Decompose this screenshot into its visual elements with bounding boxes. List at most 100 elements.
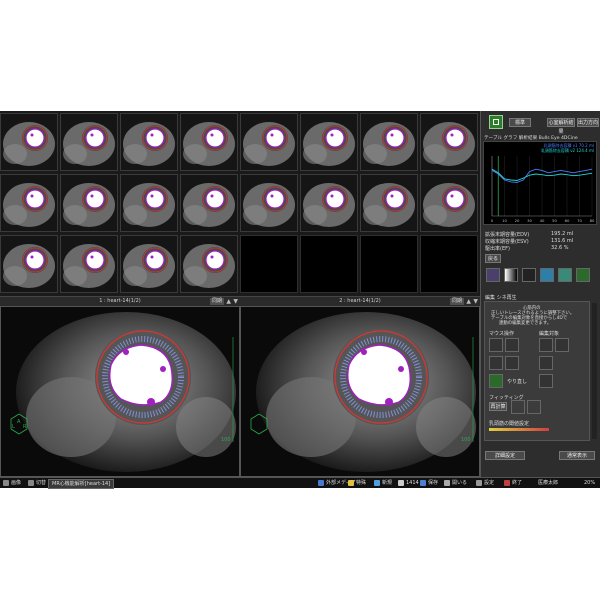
chart-x-tick: 30	[527, 218, 532, 223]
papillary-icon[interactable]	[539, 356, 553, 370]
thumbnail-frame[interactable]	[0, 174, 58, 232]
back-button[interactable]: 戻る	[485, 254, 501, 263]
pane2-down-icon[interactable]: ▼	[473, 298, 478, 305]
pane1-sync-button[interactable]: 同期	[209, 298, 224, 305]
status-new[interactable]: 新規	[382, 478, 392, 488]
pane2-sync-button[interactable]: 同期	[449, 298, 464, 305]
print-icon[interactable]	[398, 480, 404, 486]
status-all[interactable]: 開いる	[452, 478, 467, 488]
thumbnail-frame[interactable]	[60, 113, 118, 171]
settings-icon[interactable]	[476, 480, 482, 486]
hand-tool-icon[interactable]	[486, 268, 500, 282]
cut-tool-icon[interactable]	[489, 374, 503, 388]
pane2-label: 2 : heart-14(1/2)	[339, 298, 381, 304]
thumbnail-frame[interactable]	[180, 113, 238, 171]
status-save[interactable]: 保存	[428, 478, 438, 488]
empty-frame[interactable]	[300, 235, 358, 293]
image-icon[interactable]	[3, 480, 9, 486]
thumbnail-frame[interactable]	[240, 174, 298, 232]
move-tool-icon[interactable]	[505, 356, 519, 370]
instruction-4: 連動の編集変更できます。	[499, 321, 552, 326]
pane1-down-icon[interactable]: ▼	[233, 298, 238, 305]
mode-select[interactable]: 標準	[509, 118, 531, 127]
threshold-slider[interactable]	[489, 428, 549, 431]
thumbnail-frame[interactable]	[60, 235, 118, 293]
layout-grid-icon[interactable]	[489, 115, 503, 129]
thumbnail-frame[interactable]	[360, 174, 418, 232]
pane1-bar: 1 : heart-14(1/2) 同期 ▲ ▼	[0, 296, 240, 306]
edv-value: 195.2 ml	[551, 231, 574, 237]
app-window: 1 : heart-14(1/2) 同期 ▲ ▼ 2 : heart-14(1/…	[0, 111, 600, 489]
orient-l: L	[12, 424, 15, 430]
output-button[interactable]: 出力方向	[577, 118, 599, 127]
empty-frame[interactable]	[420, 235, 478, 293]
status-item-2[interactable]: 切替	[36, 478, 46, 488]
thumbnail-frame[interactable]	[0, 113, 58, 171]
empty-frame[interactable]	[240, 235, 298, 293]
contour-inner-icon[interactable]	[539, 338, 553, 352]
status-end[interactable]: 終了	[512, 478, 522, 488]
tool-row	[484, 266, 598, 286]
thumbnail-frame[interactable]	[360, 113, 418, 171]
push-tool-icon[interactable]	[505, 338, 519, 352]
edit-panel-scrollbar[interactable]	[592, 303, 597, 439]
main-view-2[interactable]: 100	[240, 306, 480, 477]
analysis-result-button[interactable]: 心室解析結果	[547, 118, 575, 135]
thumbnail-frame[interactable]	[120, 235, 178, 293]
status-setting[interactable]: 設定	[484, 478, 494, 488]
volume-chart: 乳頭筋除去容積 ν1 70.2 ml 乳頭筋除去容積 ν2 124.4 ml 0…	[483, 141, 597, 225]
switch-icon[interactable]	[28, 480, 34, 486]
status-special[interactable]: 特殊	[356, 478, 366, 488]
chart-x-tick: 40	[540, 218, 545, 223]
pane2-up-icon[interactable]: ▲	[466, 298, 471, 305]
thumbnail-frame[interactable]	[0, 235, 58, 293]
pane1-label: 1 : heart-14(1/2)	[99, 298, 141, 304]
status-user: 医療太郎	[538, 480, 559, 486]
external-media-icon[interactable]	[318, 480, 324, 486]
esv-label: 収縮末期容量(ESV)	[485, 239, 529, 245]
pane1-up-icon[interactable]: ▲	[226, 298, 231, 305]
target-icon[interactable]	[539, 374, 553, 388]
papillary-settings-label: 乳頭筋の閾値設定	[489, 421, 530, 427]
draw-tool-icon[interactable]	[489, 356, 503, 370]
chart-x-tick: 50	[552, 218, 557, 223]
detail-settings-button[interactable]: 詳細設定	[485, 451, 525, 460]
thumbnail-frame[interactable]	[180, 235, 238, 293]
pan-tool-icon[interactable]	[522, 268, 536, 282]
thumbnail-frame[interactable]	[180, 174, 238, 232]
empty-frame[interactable]	[360, 235, 418, 293]
orient-r: R	[23, 424, 27, 430]
thumbnail-frame[interactable]	[420, 174, 478, 232]
thumbnail-frame[interactable]	[300, 174, 358, 232]
chart-x-tick: 80	[590, 218, 595, 223]
fit-tool-2-icon[interactable]	[527, 400, 541, 414]
image-tool-icon[interactable]	[540, 268, 554, 282]
mouse-ops-label: マウス操作	[489, 331, 515, 337]
display-select[interactable]: 通常表示	[559, 451, 595, 460]
contour-outer-icon[interactable]	[555, 338, 569, 352]
exit-icon[interactable]	[504, 480, 510, 486]
thumbnail-frame[interactable]	[120, 113, 178, 171]
zoom-tool-icon[interactable]	[558, 268, 572, 282]
save-icon[interactable]	[420, 480, 426, 486]
edit-tabs[interactable]: 編集 シネ再生	[485, 294, 517, 301]
new-icon[interactable]	[374, 480, 380, 486]
thumbnail-frame[interactable]	[240, 113, 298, 171]
status-item-1[interactable]: 画像	[11, 478, 21, 488]
redo-label[interactable]: やり直し	[507, 378, 527, 385]
fit-tool-1-icon[interactable]	[511, 400, 525, 414]
open-icon[interactable]	[444, 480, 450, 486]
special-icon[interactable]	[348, 480, 354, 486]
thumbnail-frame[interactable]	[60, 174, 118, 232]
app-title-tab[interactable]: MR心機能解析[heart-14]	[48, 479, 115, 489]
edit-tool-icon[interactable]	[576, 268, 590, 282]
reset-button[interactable]: 再計算	[489, 402, 507, 411]
thumbnail-frame[interactable]	[300, 113, 358, 171]
contrast-tool-icon[interactable]	[504, 268, 518, 282]
pen-tool-icon[interactable]	[489, 338, 503, 352]
main-view-1[interactable]: A L R 100	[0, 306, 240, 477]
thumbnail-frame[interactable]	[420, 113, 478, 171]
status-1414[interactable]: 1414	[406, 478, 419, 488]
thumbnail-frame[interactable]	[120, 174, 178, 232]
chart-x-tick: 70	[577, 218, 582, 223]
